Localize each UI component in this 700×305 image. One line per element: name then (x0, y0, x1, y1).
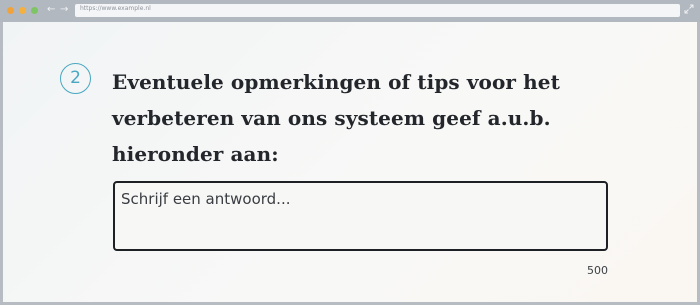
maximize-window-icon[interactable] (31, 7, 38, 14)
forward-arrow-icon[interactable]: → (60, 4, 68, 16)
address-bar[interactable]: https://www.example.nl (75, 4, 680, 17)
survey-page: 2 Eventuele opmerkingen of tips voor het… (3, 22, 697, 302)
address-bar-url: https://www.example.nl (80, 5, 151, 12)
answer-textarea[interactable] (115, 183, 606, 249)
question-number: 2 (60, 63, 91, 94)
answer-field[interactable] (113, 181, 608, 251)
minimize-window-icon[interactable] (19, 7, 26, 14)
back-arrow-icon[interactable]: ← (47, 4, 55, 16)
browser-window: ← → https://www.example.nl 2 Eventuele o… (0, 0, 700, 305)
browser-toolbar: ← → https://www.example.nl (0, 0, 700, 22)
question-text: Eventuele opmerkingen of tips voor het v… (112, 70, 560, 166)
close-window-icon[interactable] (7, 7, 14, 14)
expand-icon[interactable] (684, 4, 694, 14)
character-limit: 500 (587, 264, 608, 277)
